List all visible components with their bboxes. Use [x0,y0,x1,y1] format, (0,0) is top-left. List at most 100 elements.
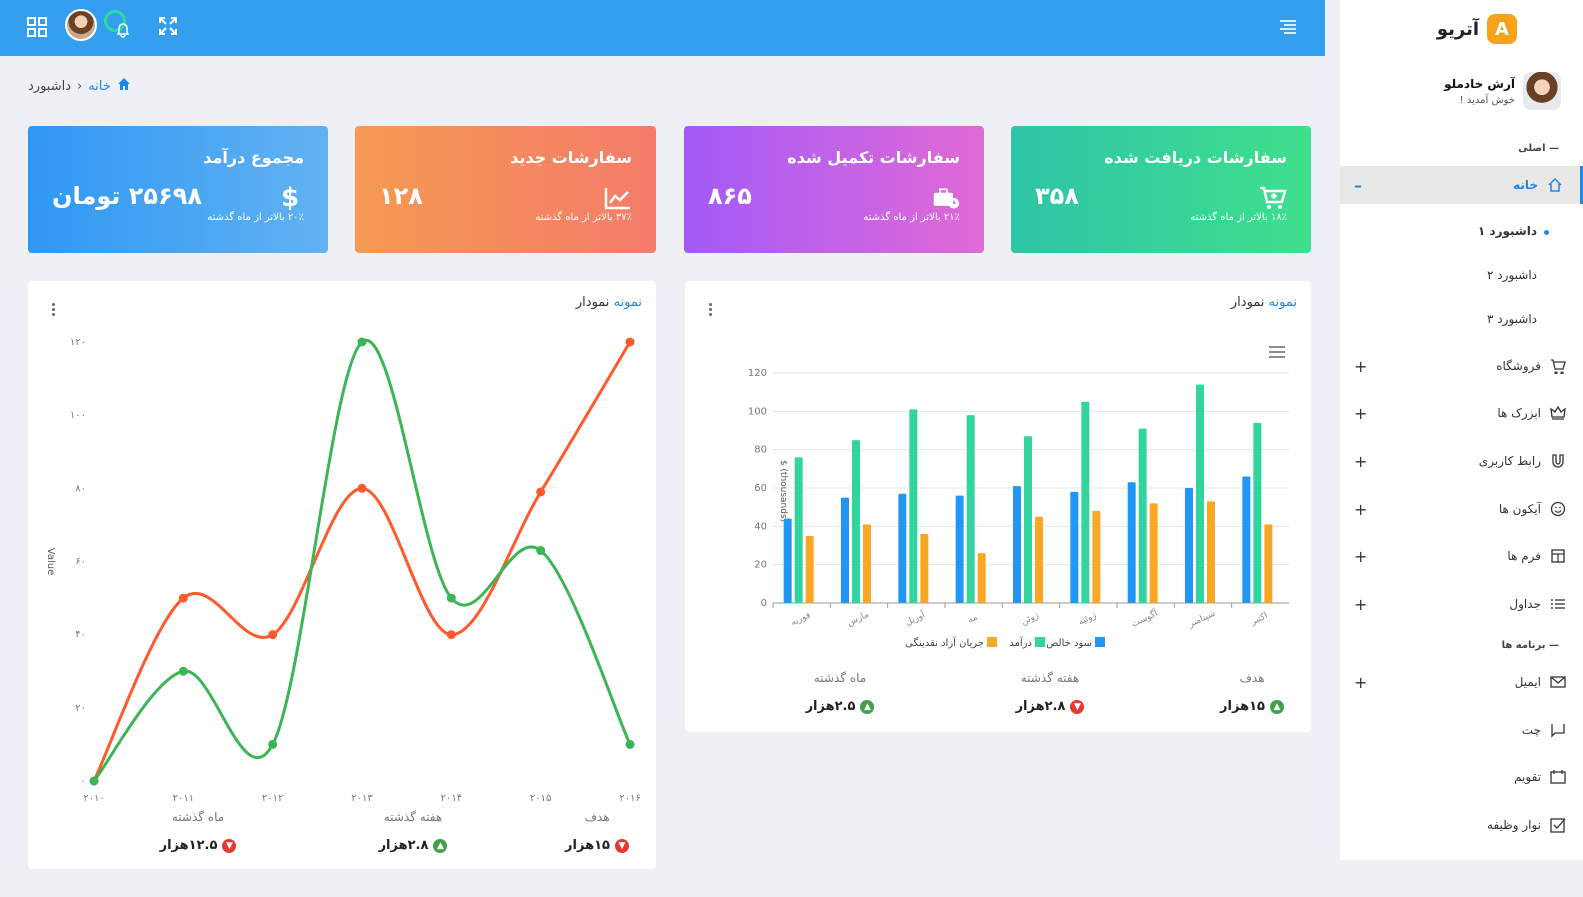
expand-plus-icon[interactable]: + [1354,357,1367,376]
sidebar-item-label: ایمیل [1514,675,1541,689]
y-tick-label: 120 [748,368,767,379]
data-point [625,337,635,347]
stat-card-new[interactable]: سفارشات جدید ۱۲۸ ۳۷٪ بالاتر از ماه گذشته [355,126,656,253]
stat-last-week: هفته گذشته ▼ ۲.۸هزار [995,671,1105,714]
expand-plus-icon[interactable]: + [1354,500,1367,519]
more-options-icon[interactable] [709,303,713,317]
sidebar-item-tables[interactable]: جداول + [1340,585,1583,623]
data-point [357,337,367,347]
breadcrumb-separator: ‹ [77,78,83,94]
x-tick-label: آوریل [903,608,927,628]
card-subtext: ۱۸٪ بالاتر از ماه گذشته [1190,212,1287,223]
bar [1149,503,1158,603]
sidebar-item-label: جداول [1509,597,1541,611]
panel-title: نمونه نمودار [575,295,642,310]
legend-label: درآمد [1009,636,1032,649]
breadcrumb-home[interactable]: خانه [88,79,111,94]
dollar-icon: $ [280,183,300,213]
sidebar-item-label: رابط کاربری [1478,454,1541,468]
trend-down-icon: ▼ [222,838,237,853]
home-icon[interactable] [117,77,131,95]
y-tick-label: ۰ [81,776,86,787]
sidebar-item-taskbar[interactable]: نوار وظیفه [1340,806,1583,844]
home-icon [1546,176,1564,194]
stat-card-revenue[interactable]: مجموع درآمد $ ۲۵۶۹۸ تومان ۲۰٪ بالاتر از … [28,126,328,253]
brand-name: آتریو [1436,18,1479,40]
sidebar-item-calendar[interactable]: تقویم [1340,758,1583,796]
sidebar-item-ui[interactable]: رابط کاربری + [1340,442,1583,480]
card-value: ۱۲۸ [379,182,423,210]
x-tick-label: سپتامبر [1186,609,1217,630]
legend-item: درآمد [1009,636,1045,649]
stat-last-month: ماه گذشته ▼ ۱۲.۵هزار [143,810,253,853]
bar [783,518,792,603]
card-title: سفارشات دریافت شده [1104,148,1287,167]
sidebar-subitem-label: داشبورد ۱ [1477,224,1537,238]
card-subtext: ۲۰٪ بالاتر از ماه گذشته [207,212,304,223]
x-tick-label: ژوئیه [1077,611,1098,628]
bar [909,409,918,603]
collapse-icon[interactable]: – [1354,176,1362,195]
stat-card-completed[interactable]: سفارشات تکمیل شده ۸۶۵ ۲۱٪ بالاتر از ماه … [684,126,984,253]
trend-up-icon: ▲ [860,699,875,714]
grid-icon[interactable] [26,16,50,40]
card-subtext: ۳۷٪ بالاتر از ماه گذشته [535,212,632,223]
sidebar-item-home[interactable]: خانه – [1340,166,1583,204]
expand-plus-icon[interactable]: + [1354,547,1367,566]
sidebar-item-email[interactable]: ایمیل + [1340,663,1583,701]
stat-card-received[interactable]: سفارشات دریافت شده ۳۵۸ ۱۸٪ بالاتر از ماه… [1011,126,1311,253]
x-tick-label: ۲۰۱۱ [173,793,194,804]
card-subtext: ۲۱٪ بالاتر از ماه گذشته [863,212,960,223]
sidebar-item-shop[interactable]: فروشگاه + [1340,347,1583,385]
expand-icon[interactable] [158,16,182,40]
brand[interactable]: A آتریو [1437,14,1517,44]
crown-icon [1549,404,1567,422]
expand-plus-icon[interactable]: + [1354,673,1367,692]
sidebar-item-widgets[interactable]: ابزرک ها + [1340,394,1583,432]
form-icon [1549,547,1567,565]
active-dot [1544,230,1549,235]
bell-icon[interactable] [104,10,132,40]
sidebar-item-forms[interactable]: فرم ها + [1340,537,1583,575]
sidebar-item-label: فروشگاه [1496,359,1541,373]
x-tick-label: ۲۰۱۶ [619,793,640,804]
bar [1242,476,1251,603]
data-point [268,630,278,640]
data-point [268,739,278,749]
stat-target: هدف ▲ ۱۵هزار [1207,671,1297,714]
smile-icon [1549,500,1567,518]
y-tick-label: 80 [754,445,767,456]
more-options-icon[interactable] [52,303,56,317]
avatar[interactable] [65,9,97,41]
legend-label: سود خالص [1046,638,1092,649]
user-profile[interactable]: آرش خادملو خوش آمدید ! [1444,72,1561,110]
sidebar-item-label: فرم ها [1507,549,1541,563]
panel-title: نمونه نمودار [1230,295,1297,310]
hamburger-icon[interactable] [1278,16,1302,40]
sidebar-subitem-label: داشبورد ۳ [1487,312,1537,326]
top-header [0,0,1325,56]
chat-icon [1549,721,1567,739]
bar [863,524,871,603]
bar [966,415,975,603]
data-point [89,776,99,786]
y-axis-label: $ (thousands) [778,460,788,522]
expand-plus-icon[interactable]: + [1354,595,1367,614]
bar [841,497,849,603]
x-tick-label: ۲۰۱۳ [351,793,373,804]
y-tick-label: ۱۰۰ [70,410,86,421]
cart-icon [1549,357,1567,375]
sidebar-item-chat[interactable]: چت [1340,711,1583,749]
expand-plus-icon[interactable]: + [1354,404,1367,423]
bar [1092,511,1101,603]
x-tick-label: ۲۰۱۲ [262,793,283,804]
data-point [178,666,188,676]
expand-plus-icon[interactable]: + [1354,452,1367,471]
trend-down-icon: ▼ [1070,699,1085,714]
bar [1264,524,1273,603]
sidebar-item-label: تقویم [1514,770,1541,784]
trend-down-icon: ▼ [614,838,629,853]
checkbox-icon [1549,816,1567,834]
legend-swatch [987,637,997,647]
sidebar-item-icons[interactable]: آیکون ها + [1340,490,1583,528]
